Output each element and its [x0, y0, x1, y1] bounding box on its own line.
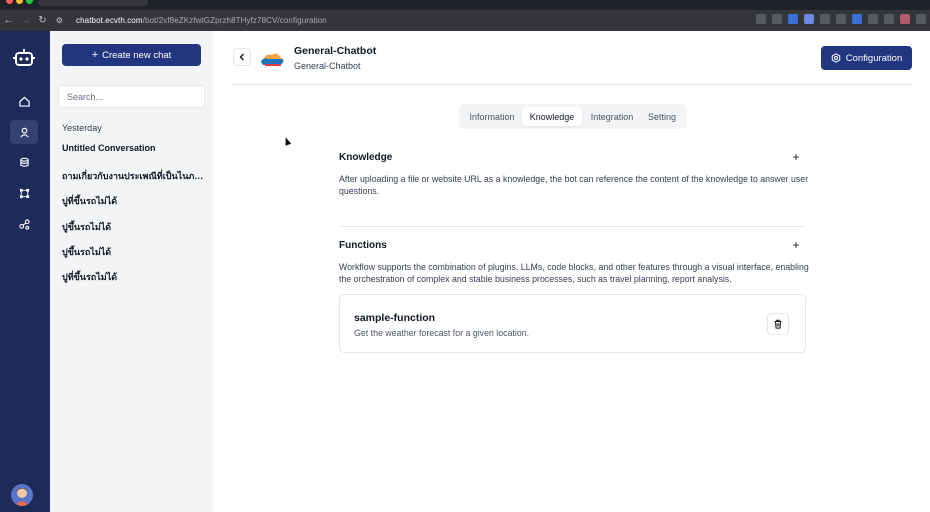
chat-list-item[interactable]: ถามเกี่ยวกับงานประเพณีที่เป็นไนภาคเ... [62, 169, 208, 183]
bot-title: General-Chatbot [294, 45, 377, 57]
chat-list-item[interactable]: ปูขึ้นรถไม่ได้ [62, 220, 208, 234]
configuration-button[interactable]: Configuration [821, 46, 912, 70]
profile-icon[interactable] [900, 14, 910, 24]
create-new-chat-button[interactable]: + Create new chat [62, 44, 201, 66]
search-input[interactable] [58, 85, 205, 108]
browser-toolbar: ← → ↻ ⚙ chatbot.ecvth.com/bot/2xf8eZKzfw… [0, 10, 930, 31]
tab-integration[interactable]: Integration [584, 107, 640, 126]
add-knowledge-button[interactable]: + [791, 150, 801, 164]
config-tabs: Information Knowledge Integration Settin… [459, 104, 687, 129]
back-arrow-icon[interactable]: ← [0, 15, 17, 26]
url-path: /bot/2xf8eZKzfwtGZprzh8THyfz78CV/configu… [142, 16, 327, 25]
reload-icon[interactable]: ↻ [34, 15, 51, 26]
extension-icon[interactable] [868, 14, 878, 24]
extension-icon[interactable] [788, 14, 798, 24]
chat-list-item[interactable]: ปูขึ้นรถไม่ได้ [62, 245, 208, 259]
share-icon[interactable] [16, 216, 33, 233]
database-icon[interactable] [16, 154, 33, 171]
forward-arrow-icon[interactable]: → [17, 15, 34, 26]
main-panel: General-Chatbot General-Chatbot Configur… [213, 31, 930, 512]
configuration-label: Configuration [845, 52, 903, 64]
close-window-icon[interactable] [6, 0, 13, 4]
extension-icon[interactable] [804, 14, 814, 24]
tab-setting[interactable]: Setting [642, 107, 682, 126]
browser-tab[interactable] [620, 0, 730, 6]
app-rail [0, 31, 50, 512]
trash-icon [774, 319, 782, 329]
browser-tab[interactable] [505, 0, 615, 6]
browser-tab[interactable] [735, 0, 845, 6]
delete-function-button[interactable] [767, 313, 789, 335]
tab-knowledge[interactable]: Knowledge [522, 107, 582, 126]
functions-description: Workflow supports the combination of plu… [339, 262, 809, 284]
chat-list-item[interactable]: ปูที่ขึ้นรถไม่ได้ [62, 194, 208, 208]
url-host: chatbot.ecvth.com [76, 16, 143, 25]
avatar[interactable] [11, 484, 33, 506]
browser-tab[interactable] [270, 0, 380, 6]
site-info-icon[interactable]: ⚙ [51, 16, 68, 25]
extension-icon[interactable] [852, 14, 862, 24]
bot-subtitle: General-Chatbot [294, 61, 361, 71]
create-new-chat-label: Create new chat [102, 49, 172, 61]
tab-information[interactable]: Information [464, 107, 520, 126]
bot-logo-icon[interactable] [13, 49, 35, 67]
function-description: Get the weather forecast for a given loc… [354, 328, 530, 338]
workflow-icon[interactable] [16, 185, 33, 202]
chat-sidebar: + Create new chat Yesterday Untitled Con… [50, 31, 213, 512]
header-divider [233, 84, 912, 85]
chat-list-item[interactable]: ปูที่ขึ้นรถไม่ได้ [62, 270, 208, 284]
extension-icon[interactable] [836, 14, 846, 24]
back-button[interactable] [233, 48, 251, 66]
knowledge-title: Knowledge [339, 152, 393, 163]
address-bar[interactable]: chatbot.ecvth.com/bot/2xf8eZKzfwtGZprzh8… [76, 16, 327, 25]
chat-group-label: Yesterday [62, 123, 102, 133]
chevron-left-icon [239, 53, 244, 61]
home-icon[interactable] [16, 93, 33, 110]
minimize-window-icon[interactable] [16, 0, 23, 4]
section-divider [339, 226, 806, 227]
bookmark-star-icon[interactable] [772, 14, 782, 24]
gear-icon [831, 53, 840, 63]
browser-tab-active[interactable] [38, 0, 148, 6]
browser-tab[interactable] [158, 0, 258, 6]
bot-avatar-logo [261, 53, 284, 66]
extension-icon[interactable] [820, 14, 830, 24]
maximize-window-icon[interactable] [26, 0, 33, 4]
zoom-icon[interactable] [756, 14, 766, 24]
add-function-button[interactable]: + [791, 238, 801, 252]
extension-bar [756, 14, 926, 24]
bot-icon[interactable] [10, 120, 38, 144]
browser-tab[interactable] [390, 0, 500, 6]
plus-icon: + [91, 49, 99, 61]
function-card[interactable]: sample-function Get the weather forecast… [339, 294, 806, 353]
menu-icon[interactable] [916, 14, 926, 24]
functions-title: Functions [339, 240, 387, 251]
knowledge-description: After uploading a file or website URL as… [339, 174, 809, 196]
extensions-puzzle-icon[interactable] [884, 14, 894, 24]
browser-tabstrip [0, 0, 930, 10]
function-name: sample-function [354, 312, 436, 324]
chat-list-item[interactable]: Untitled Conversation [62, 143, 208, 153]
